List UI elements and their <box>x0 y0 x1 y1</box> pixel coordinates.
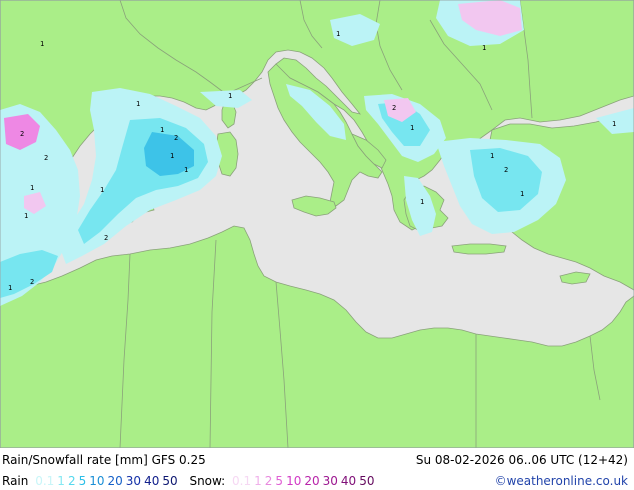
snow-level-4: 10 <box>286 474 302 488</box>
marker: 1 <box>336 30 340 38</box>
marker: 1 <box>420 198 424 206</box>
marker: 2 <box>20 130 24 138</box>
land-crete <box>451 243 507 255</box>
rain-level-2: 2 <box>67 474 76 488</box>
marker: 1 <box>160 126 164 134</box>
marker: 1 <box>100 186 104 194</box>
marker: 1 <box>24 212 28 220</box>
marker: 1 <box>612 120 616 128</box>
rain-legend: 0.1 1 2 5 10 20 30 40 50 <box>32 474 177 488</box>
rain-label: Rain <box>2 474 29 488</box>
marker: 2 <box>174 134 178 142</box>
snow-level-5: 20 <box>304 474 320 488</box>
credit-link[interactable]: ©weatheronline.co.uk <box>495 474 628 488</box>
snow-level-7: 40 <box>340 474 357 488</box>
marker: 1 <box>8 284 12 292</box>
marker: 1 <box>228 92 232 100</box>
snow-level-6: 30 <box>322 474 338 488</box>
footer: Rain/Snowfall rate [mm] GFS 0.25 Su 08-0… <box>0 448 634 490</box>
marker: 1 <box>520 190 524 198</box>
rain-level-1: 1 <box>57 474 65 488</box>
marker: 1 <box>170 152 174 160</box>
snow-level-2: 2 <box>264 474 273 488</box>
marker: 1 <box>490 152 494 160</box>
snow-level-1: 1 <box>254 474 262 488</box>
rain-level-0: 0.1 <box>35 474 55 488</box>
snow-level-0: 0.1 <box>232 474 252 488</box>
forecast-datetime: Su 08-02-2026 06..06 UTC (12+42) <box>415 453 628 467</box>
marker: 1 <box>40 40 44 48</box>
marker: 2 <box>504 166 508 174</box>
marker: 1 <box>482 44 486 52</box>
marker: 2 <box>44 154 48 162</box>
weather-map: 1 2 2 1 1 1 2 1 2 1 1 1 1 1 1 2 1 1 2 1 … <box>0 0 634 448</box>
snow-label: Snow: <box>189 474 226 488</box>
footer-row-title: Rain/Snowfall rate [mm] GFS 0.25 Su 08-0… <box>2 453 632 467</box>
marker: 1 <box>30 184 34 192</box>
snow-legend: 0.1 1 2 5 10 20 30 40 50 <box>229 474 374 488</box>
marker: 2 <box>104 234 108 242</box>
snow-level-8: 50 <box>359 474 375 488</box>
chart-title: Rain/Snowfall rate [mm] GFS 0.25 <box>2 453 206 467</box>
marker: 1 <box>136 100 140 108</box>
map-canvas: 1 2 2 1 1 1 2 1 2 1 1 1 1 1 1 2 1 1 2 1 … <box>0 0 634 448</box>
rain-level-3: 5 <box>78 474 87 488</box>
marker: 2 <box>392 104 396 112</box>
marker: 2 <box>30 278 34 286</box>
rain-level-7: 40 <box>144 474 160 488</box>
snow-level-3: 5 <box>275 474 284 488</box>
marker: 1 <box>184 166 188 174</box>
rain-level-8: 50 <box>162 474 178 488</box>
marker: 1 <box>410 124 414 132</box>
rain-level-6: 30 <box>125 474 142 488</box>
rain-level-4: 10 <box>89 474 105 488</box>
rain-level-5: 20 <box>107 474 123 488</box>
footer-row-legend: Rain 0.1 1 2 5 10 20 30 40 50 Snow: 0.1 1 2 5 10 20 30… <box>2 474 632 488</box>
